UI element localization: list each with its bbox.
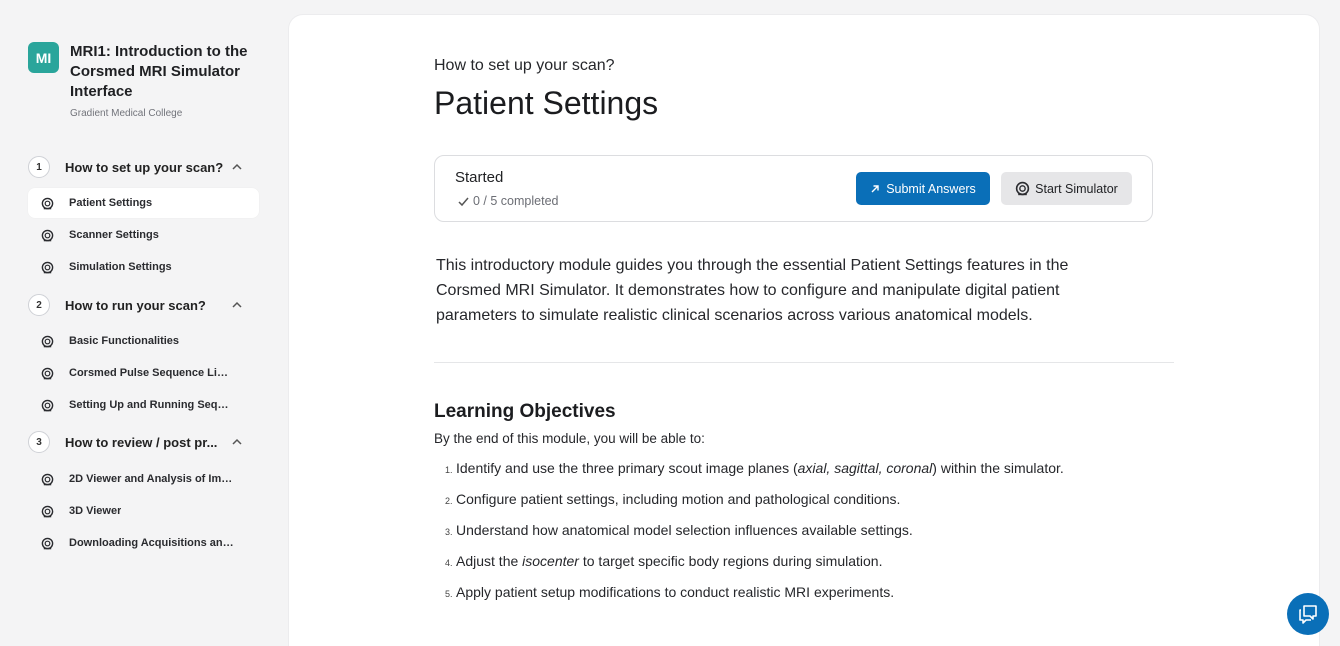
section-header-3[interactable]: 3 How to review / post pr... (28, 428, 258, 456)
chevron-up-icon[interactable] (230, 298, 244, 312)
section-number: 3 (28, 431, 50, 453)
chevron-up-icon[interactable] (230, 160, 244, 174)
chat-button[interactable] (1287, 593, 1329, 635)
lesson-pulse-sequence-library[interactable]: Corsmed Pulse Sequence Libr... (28, 358, 259, 388)
lesson-patient-settings[interactable]: Patient Settings (28, 188, 259, 218)
lesson-basic-functionalities[interactable]: Basic Functionalities (28, 326, 259, 356)
course-organization: Gradient Medical College (70, 108, 183, 119)
learning-objectives-subheading: By the end of this module, you will be a… (434, 431, 705, 446)
objective-number: 2. (445, 496, 453, 506)
course-title: MRI1: Introduction to the Corsmed MRI Si… (70, 43, 248, 100)
lesson-scanner-settings[interactable]: Scanner Settings (28, 220, 259, 250)
section-number: 1 (28, 156, 50, 178)
simulator-icon (1015, 181, 1030, 196)
objective-text: Adjust the isocenter to target specific … (456, 553, 883, 569)
lesson-setting-up-sequences[interactable]: Setting Up and Running Seque... (28, 390, 259, 420)
lesson-3d-viewer[interactable]: 3D Viewer (28, 496, 259, 526)
section-number: 2 (28, 294, 50, 316)
section-header-2[interactable]: 2 How to run your scan? (28, 291, 258, 319)
objective-text: Understand how anatomical model selectio… (456, 522, 913, 538)
objective-item: 4. Adjust the isocenter to target specif… (445, 553, 1064, 584)
lesson-icon (41, 399, 54, 411)
objective-number: 1. (445, 465, 453, 475)
lesson-label: Patient Settings (69, 197, 153, 209)
status-label: Started (455, 169, 504, 186)
objective-text: Configure patient settings, including mo… (456, 491, 901, 507)
lesson-simulation-settings[interactable]: Simulation Settings (28, 252, 259, 282)
intro-paragraph: This introductory module guides you thro… (436, 257, 1069, 324)
check-icon (458, 197, 469, 206)
lesson-2d-viewer[interactable]: 2D Viewer and Analysis of Ima... (28, 464, 259, 494)
start-simulator-label: Start Simulator (1035, 181, 1118, 196)
start-simulator-button[interactable]: Start Simulator (1001, 172, 1132, 205)
section-eyebrow: How to set up your scan? (434, 57, 615, 74)
lesson-icon (41, 335, 54, 347)
objective-item: 2. Configure patient settings, including… (445, 491, 1064, 522)
lesson-label: Setting Up and Running Seque... (69, 399, 234, 411)
course-avatar: MI (28, 42, 59, 73)
lesson-icon (41, 367, 54, 379)
objective-number: 3. (445, 527, 453, 537)
lesson-label: Corsmed Pulse Sequence Libr... (69, 367, 234, 379)
page-title: Patient Settings (434, 85, 659, 121)
section-label: How to run your scan? (65, 297, 206, 313)
submit-answers-button[interactable]: Submit Answers (856, 172, 990, 205)
objective-item: 1. Identify and use the three primary sc… (445, 460, 1064, 491)
lesson-label: 3D Viewer (69, 505, 122, 517)
chevron-up-icon[interactable] (230, 435, 244, 449)
lesson-label: Downloading Acquisitions and ... (69, 537, 234, 549)
lesson-icon (41, 229, 54, 241)
objective-text: Apply patient setup modifications to con… (456, 584, 895, 600)
objectives-list: 1. Identify and use the three primary sc… (445, 460, 1064, 615)
objective-item: 3. Understand how anatomical model selec… (445, 522, 1064, 553)
chat-icon (1299, 605, 1317, 624)
objective-text: Identify and use the three primary scout… (456, 460, 1064, 476)
submit-answers-label: Submit Answers (886, 181, 976, 196)
lesson-label: 2D Viewer and Analysis of Ima... (69, 473, 234, 485)
section-label: How to review / post pr... (65, 434, 218, 450)
lesson-label: Simulation Settings (69, 261, 172, 273)
progress-text: 0 / 5 completed (457, 194, 558, 208)
section-label: How to set up your scan? (65, 159, 224, 175)
objective-number: 4. (445, 558, 453, 568)
progress-label: 0 / 5 completed (473, 194, 559, 208)
lesson-icon (41, 473, 54, 485)
objective-item: 5. Apply patient setup modifications to … (445, 584, 1064, 615)
sidebar: MI MRI1: Introduction to the Corsmed MRI… (0, 0, 288, 646)
lesson-icon (41, 197, 54, 209)
objective-number: 5. (445, 589, 453, 599)
lesson-icon (41, 261, 54, 273)
main-content: How to set up your scan? Patient Setting… (289, 15, 1319, 646)
lesson-icon (41, 537, 54, 549)
lesson-label: Scanner Settings (69, 229, 159, 241)
section-header-1[interactable]: 1 How to set up your scan? (28, 153, 258, 181)
arrow-up-right-icon (871, 184, 879, 192)
learning-objectives-heading: Learning Objectives (434, 401, 616, 422)
lesson-downloading-acquisitions[interactable]: Downloading Acquisitions and ... (28, 528, 259, 558)
lesson-icon (41, 505, 54, 517)
lesson-label: Basic Functionalities (69, 335, 180, 347)
divider (434, 362, 1174, 363)
status-card: Started 0 / 5 completed Submit Answers S… (434, 155, 1153, 222)
